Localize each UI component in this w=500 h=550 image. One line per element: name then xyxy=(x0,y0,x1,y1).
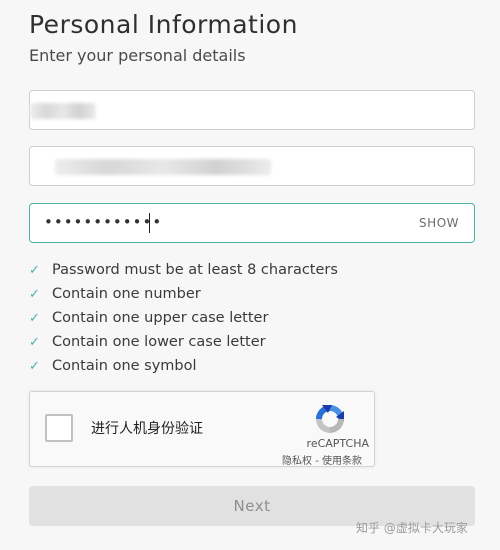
redacted-value xyxy=(30,103,96,119)
text-caret xyxy=(149,213,150,233)
recaptcha-links[interactable]: 隐私权 - 使用条款 xyxy=(282,452,362,467)
password-value: •••••••••••• xyxy=(44,213,163,231)
show-password-button[interactable]: SHOW xyxy=(419,216,459,230)
check-icon: ✓ xyxy=(29,286,40,302)
redacted-value xyxy=(55,159,271,175)
check-icon: ✓ xyxy=(29,358,40,374)
password-rule: ✓ Password must be at least 8 characters xyxy=(29,258,338,282)
page-title: Personal Information xyxy=(29,10,298,39)
password-rule: ✓ Contain one number xyxy=(29,282,338,306)
rule-text: Contain one lower case letter xyxy=(52,334,266,350)
password-field[interactable]: •••••••••••• SHOW xyxy=(29,203,475,243)
rule-text: Contain one symbol xyxy=(52,358,197,374)
password-rule: ✓ Contain one lower case letter xyxy=(29,330,338,354)
check-icon: ✓ xyxy=(29,310,40,326)
password-rule: ✓ Contain one upper case letter xyxy=(29,306,338,330)
watermark: 知乎 @虚拟卡大玩家 xyxy=(356,521,468,535)
check-icon: ✓ xyxy=(29,262,40,278)
captcha-label: 进行人机身份验证 xyxy=(91,421,203,437)
name-field[interactable] xyxy=(29,90,475,130)
captcha-checkbox[interactable] xyxy=(45,414,73,442)
rule-text: Contain one number xyxy=(52,286,201,302)
recaptcha-brand: reCAPTCHA xyxy=(306,437,369,450)
recaptcha-widget: 进行人机身份验证 reCAPTCHA 隐私权 - 使用条款 xyxy=(29,391,375,467)
rule-text: Contain one upper case letter xyxy=(52,310,269,326)
rule-text: Password must be at least 8 characters xyxy=(52,262,338,278)
page-subtitle: Enter your personal details xyxy=(29,46,246,65)
check-icon: ✓ xyxy=(29,334,40,350)
password-rules-list: ✓ Password must be at least 8 characters … xyxy=(29,258,338,378)
password-rule: ✓ Contain one symbol xyxy=(29,354,338,378)
email-field[interactable] xyxy=(29,146,475,186)
recaptcha-logo-icon xyxy=(316,405,344,433)
